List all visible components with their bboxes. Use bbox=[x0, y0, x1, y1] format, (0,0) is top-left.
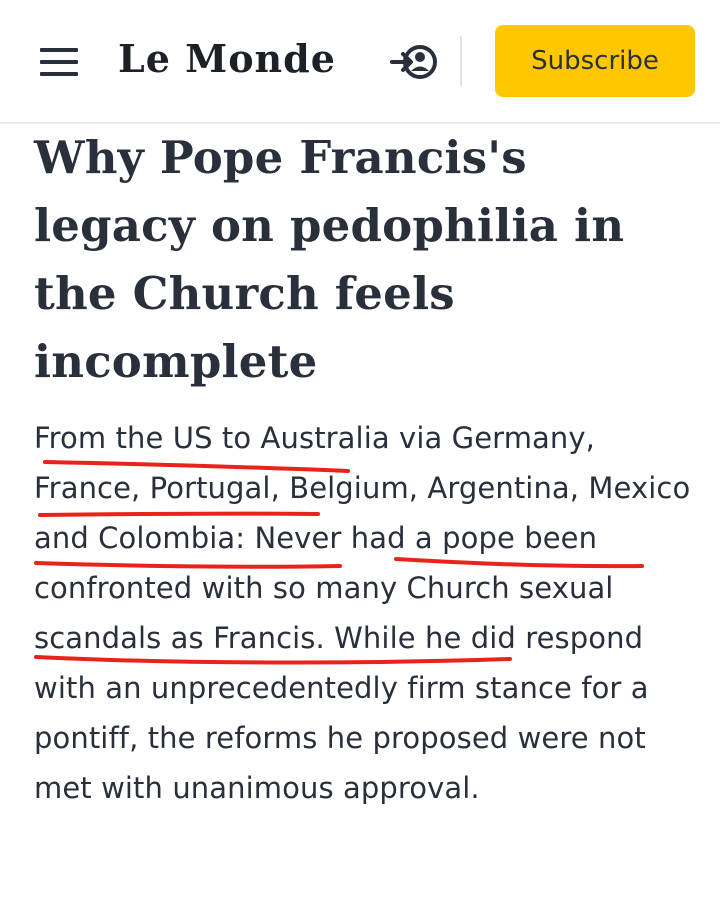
login-user-icon[interactable] bbox=[390, 40, 438, 84]
article-title: Why Pope Francis's legacy on pedophilia … bbox=[34, 131, 625, 388]
le-monde-logo[interactable]: Le Monde bbox=[118, 34, 336, 84]
header-divider bbox=[460, 36, 462, 86]
hamburger-menu-icon[interactable] bbox=[40, 48, 78, 76]
article-lead: From the US to Australia via Germany, Fr… bbox=[34, 421, 691, 805]
subscribe-button[interactable]: Subscribe bbox=[495, 25, 695, 97]
top-bar: Le Monde Subscribe bbox=[0, 0, 720, 124]
